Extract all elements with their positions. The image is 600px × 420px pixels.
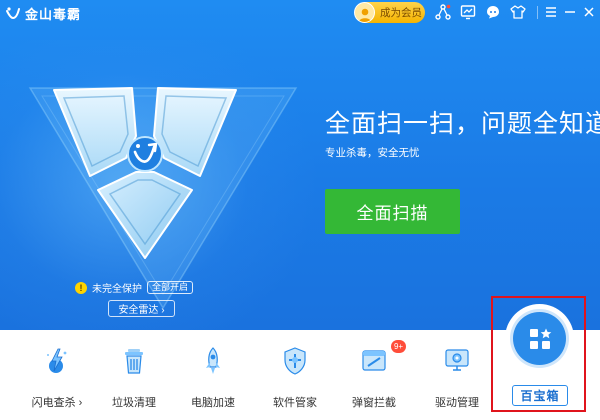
page-subtitle: 专业杀毒，安全无忧 bbox=[325, 147, 420, 159]
tool-label: 驱动管理 bbox=[435, 397, 479, 409]
logo-icon bbox=[6, 6, 20, 19]
close-icon[interactable] bbox=[581, 4, 597, 20]
tool-driver-manager[interactable]: 驱动管理 bbox=[418, 346, 496, 410]
rocket-icon bbox=[206, 347, 220, 374]
warning-icon: ! bbox=[75, 281, 87, 294]
driver-gear-icon bbox=[445, 349, 469, 371]
tool-lightning-scan[interactable]: 闪电查杀 › bbox=[18, 346, 96, 410]
vip-button[interactable]: 成为会员 bbox=[354, 2, 425, 23]
shirt-icon[interactable] bbox=[510, 4, 526, 20]
tool-popup-block[interactable]: 弹窗拦截 bbox=[335, 346, 413, 410]
enable-all-button[interactable]: 全部开启 bbox=[147, 281, 194, 294]
network-icon[interactable] bbox=[435, 4, 451, 20]
tool-label: 垃圾清理 bbox=[112, 397, 156, 409]
vip-label: 成为会员 bbox=[380, 7, 422, 19]
title-bar: 金山毒霸 成为会员 bbox=[0, 0, 600, 26]
trash-can-icon bbox=[125, 349, 143, 374]
highlight-frame bbox=[491, 296, 586, 412]
tool-trash-cleanup[interactable]: 垃圾清理 bbox=[95, 346, 173, 410]
popup-block-icon bbox=[362, 350, 386, 371]
tool-label: 软件管家 bbox=[273, 397, 317, 409]
lightning-scan-icon bbox=[47, 348, 67, 373]
tool-label: 弹窗拦截 bbox=[352, 397, 396, 409]
app-title: 金山毒霸 bbox=[25, 7, 82, 22]
full-scan-button[interactable]: 全面扫描 bbox=[325, 189, 460, 234]
tool-label: 电脑加速 bbox=[191, 397, 235, 409]
tool-software-manager[interactable]: 软件管家 bbox=[256, 346, 334, 410]
shield-emblem-icon bbox=[53, 87, 237, 259]
menu-icon[interactable] bbox=[543, 4, 559, 20]
hero-panel: 金山毒霸 成为会员 ! 未完全保护 全部开启 安全雷达 › 全面扫一扫，问题全知… bbox=[0, 0, 600, 330]
protection-status: ! 未完全保护 全部开启 bbox=[75, 280, 194, 295]
protection-status-text: 未完全保护 bbox=[92, 284, 142, 295]
tool-pc-speedup[interactable]: 电脑加速 bbox=[174, 346, 252, 410]
avatar bbox=[354, 2, 375, 23]
titlebar-divider bbox=[537, 6, 538, 19]
user-icon bbox=[358, 8, 371, 22]
page-title: 全面扫一扫，问题全知道 bbox=[325, 110, 600, 138]
app-window: 金山毒霸 成为会员 ! 未完全保护 全部开启 安全雷达 › 全面扫一扫，问题全知… bbox=[0, 0, 600, 420]
tool-label: 闪电查杀 › bbox=[31, 397, 83, 409]
chat-icon[interactable] bbox=[485, 4, 501, 20]
security-radar-button[interactable]: 安全雷达 › bbox=[108, 300, 175, 317]
minimize-icon[interactable] bbox=[562, 4, 578, 20]
notification-badge: 9+ bbox=[391, 340, 406, 353]
software-shield-icon bbox=[284, 347, 306, 375]
app-logo: 金山毒霸 bbox=[4, 4, 81, 23]
skin-icon[interactable] bbox=[460, 4, 476, 20]
